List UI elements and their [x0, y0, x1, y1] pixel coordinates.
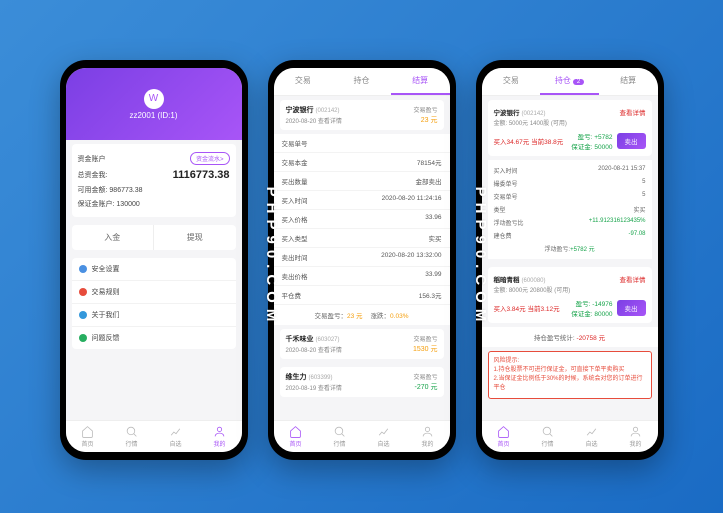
- bottom-nav: 首页 行情 自选 我的: [482, 420, 658, 452]
- menu-about[interactable]: 关于我们: [72, 304, 236, 327]
- tab-hold[interactable]: 持仓2: [540, 68, 599, 95]
- sell-button[interactable]: 卖出: [617, 300, 646, 316]
- total-pl: 持仓盈亏统计: -20758 元: [482, 327, 658, 347]
- shield-icon: [79, 265, 87, 273]
- avatar-icon: W: [144, 89, 164, 109]
- phone-settle: 交易 持仓 结算 宁波银行(002142) 交易盈亏 2020-08-20 查看…: [268, 60, 456, 460]
- fund-card: 资金账户 资金流水> 总资金我: 1116773.38 可用金额: 986773…: [72, 144, 236, 217]
- sell-button[interactable]: 卖出: [617, 133, 646, 149]
- nav-quote[interactable]: 行情: [110, 421, 154, 452]
- withdraw-button[interactable]: 提现: [154, 225, 236, 250]
- nav-chart[interactable]: 自选: [570, 421, 614, 452]
- tab-trade[interactable]: 交易: [274, 68, 333, 95]
- nav-home[interactable]: 首页: [66, 421, 110, 452]
- nav-home[interactable]: 首页: [274, 421, 318, 452]
- hold-count-badge: 2: [573, 79, 584, 85]
- nav-quote[interactable]: 行情: [318, 421, 362, 452]
- nav-chart[interactable]: 自选: [362, 421, 406, 452]
- menu-security[interactable]: 安全设置: [72, 258, 236, 281]
- total-value: 1116773.38: [173, 169, 230, 181]
- menu-rules[interactable]: 交易规则: [72, 281, 236, 304]
- detail-link[interactable]: 查看详情: [620, 274, 646, 284]
- bottom-nav: 首页 行情 自选 我的: [66, 420, 242, 452]
- info-icon: [79, 311, 87, 319]
- settle-summary: 交易盈亏：23 元 涨跌：0.03%: [274, 305, 450, 325]
- settle-detail: 交易单号 交易本金78154元 买出数量金部卖出 买入时间2020-08-20 …: [274, 134, 450, 305]
- fund-flow-button[interactable]: 资金流水>: [190, 152, 230, 165]
- watermark: PHP90.COM: [263, 186, 280, 327]
- position-card: 宁波银行(002142) 查看详情 金额: 5000元 1400股 (可用) 买…: [488, 100, 652, 156]
- settle-item[interactable]: 维生力(603399) 交易盈亏 2020-08-19 查看详情-270 元: [280, 367, 444, 397]
- watermark: PHP90.COM: [472, 186, 489, 327]
- feedback-icon: [79, 334, 87, 342]
- fund-title: 资金账户: [78, 154, 106, 164]
- rules-icon: [79, 288, 87, 296]
- tab-settle[interactable]: 结算: [391, 68, 450, 95]
- tab-hold[interactable]: 持仓: [332, 68, 391, 95]
- nav-home[interactable]: 首页: [482, 421, 526, 452]
- account-header: W zz2001 (ID:1): [66, 68, 242, 140]
- detail-link[interactable]: 查看详情: [620, 107, 646, 117]
- position-stats: 买入时间2020-08-21 15:37 撮委单号5 交易单号5 类型实买 浮动…: [488, 160, 652, 259]
- nav-chart[interactable]: 自选: [154, 421, 198, 452]
- tab-trade[interactable]: 交易: [482, 68, 541, 95]
- risk-warning: 风险提示: 1.持仓股票不可进行保证金，可直接下单平卖购买 2.当保证金比例低于…: [488, 351, 652, 399]
- deposit-button[interactable]: 入金: [72, 225, 155, 250]
- phone-positions: 交易 持仓2 结算 宁波银行(002142) 查看详情 金额: 5000元 14…: [476, 60, 664, 460]
- nav-quote[interactable]: 行情: [526, 421, 570, 452]
- nav-mine[interactable]: 我的: [198, 421, 242, 452]
- settings-menu: 安全设置 交易规则 关于我们 问题反馈: [72, 258, 236, 349]
- bottom-nav: 首页 行情 自选 我的: [274, 420, 450, 452]
- nav-mine[interactable]: 我的: [406, 421, 450, 452]
- settle-item[interactable]: 千禾味业(603027) 交易盈亏 2020-08-20 查看详情1530 元: [280, 329, 444, 359]
- position-card: 稻暗青稻(600080) 查看详情 金额: 8000元 20800股 (可用) …: [488, 267, 652, 323]
- tab-settle[interactable]: 结算: [599, 68, 658, 95]
- nav-mine[interactable]: 我的: [614, 421, 658, 452]
- phone-account: W zz2001 (ID:1) 资金账户 资金流水> 总资金我: 1116773…: [60, 60, 248, 460]
- menu-feedback[interactable]: 问题反馈: [72, 327, 236, 349]
- settle-item[interactable]: 宁波银行(002142) 交易盈亏 2020-08-20 查看详情23 元: [280, 100, 444, 130]
